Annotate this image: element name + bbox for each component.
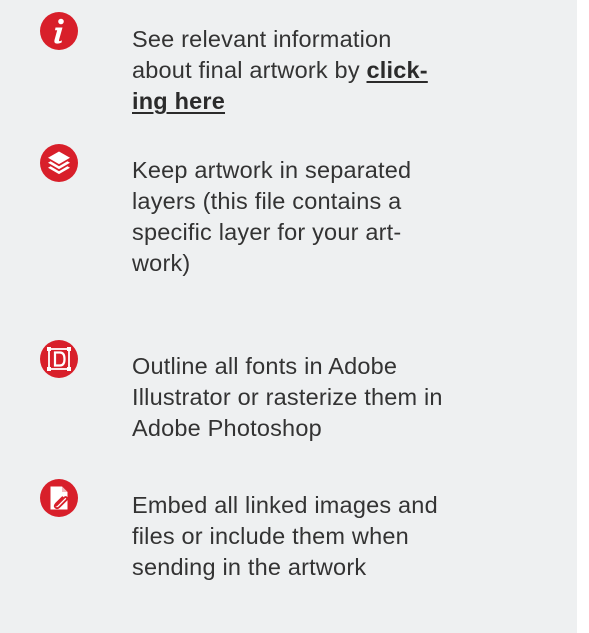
layers-icon	[38, 142, 80, 184]
guideline-text-fonts: Outline all fonts in Adobe Illustrator o…	[132, 351, 572, 444]
outline-font-icon	[38, 338, 80, 380]
text-line: Embed all linked images and	[132, 492, 438, 518]
text-line: about final artwork by click-	[132, 55, 572, 86]
text-line: Outline all fonts in Adobe	[132, 353, 398, 379]
guideline-text-info: See relevant information about final art…	[132, 24, 572, 117]
text-line: Illustrator or rasterize them in	[132, 384, 443, 410]
text-line: layers (this file contains a	[132, 188, 402, 214]
embed-file-icon	[38, 477, 80, 519]
guidelines-panel: See relevant information about final art…	[0, 0, 577, 633]
guideline-text-layers: Keep artwork in separated layers (this f…	[132, 155, 572, 279]
text-line: work)	[132, 250, 191, 276]
click-here-link-continued[interactable]: ing here	[132, 88, 225, 114]
info-icon	[38, 10, 80, 52]
click-here-link[interactable]: click-	[367, 57, 428, 83]
text-line: Keep artwork in separated	[132, 157, 412, 183]
text-line: files or include them when	[132, 523, 409, 549]
text-line-part: about final artwork by	[132, 57, 367, 83]
text-line: See relevant information	[132, 26, 392, 52]
text-line: sending in the artwork	[132, 554, 367, 580]
guideline-text-embed: Embed all linked images and files or inc…	[132, 490, 572, 583]
text-line: ing here	[132, 86, 572, 117]
text-line: Adobe Photoshop	[132, 415, 322, 441]
text-line: specific layer for your art-	[132, 219, 402, 245]
